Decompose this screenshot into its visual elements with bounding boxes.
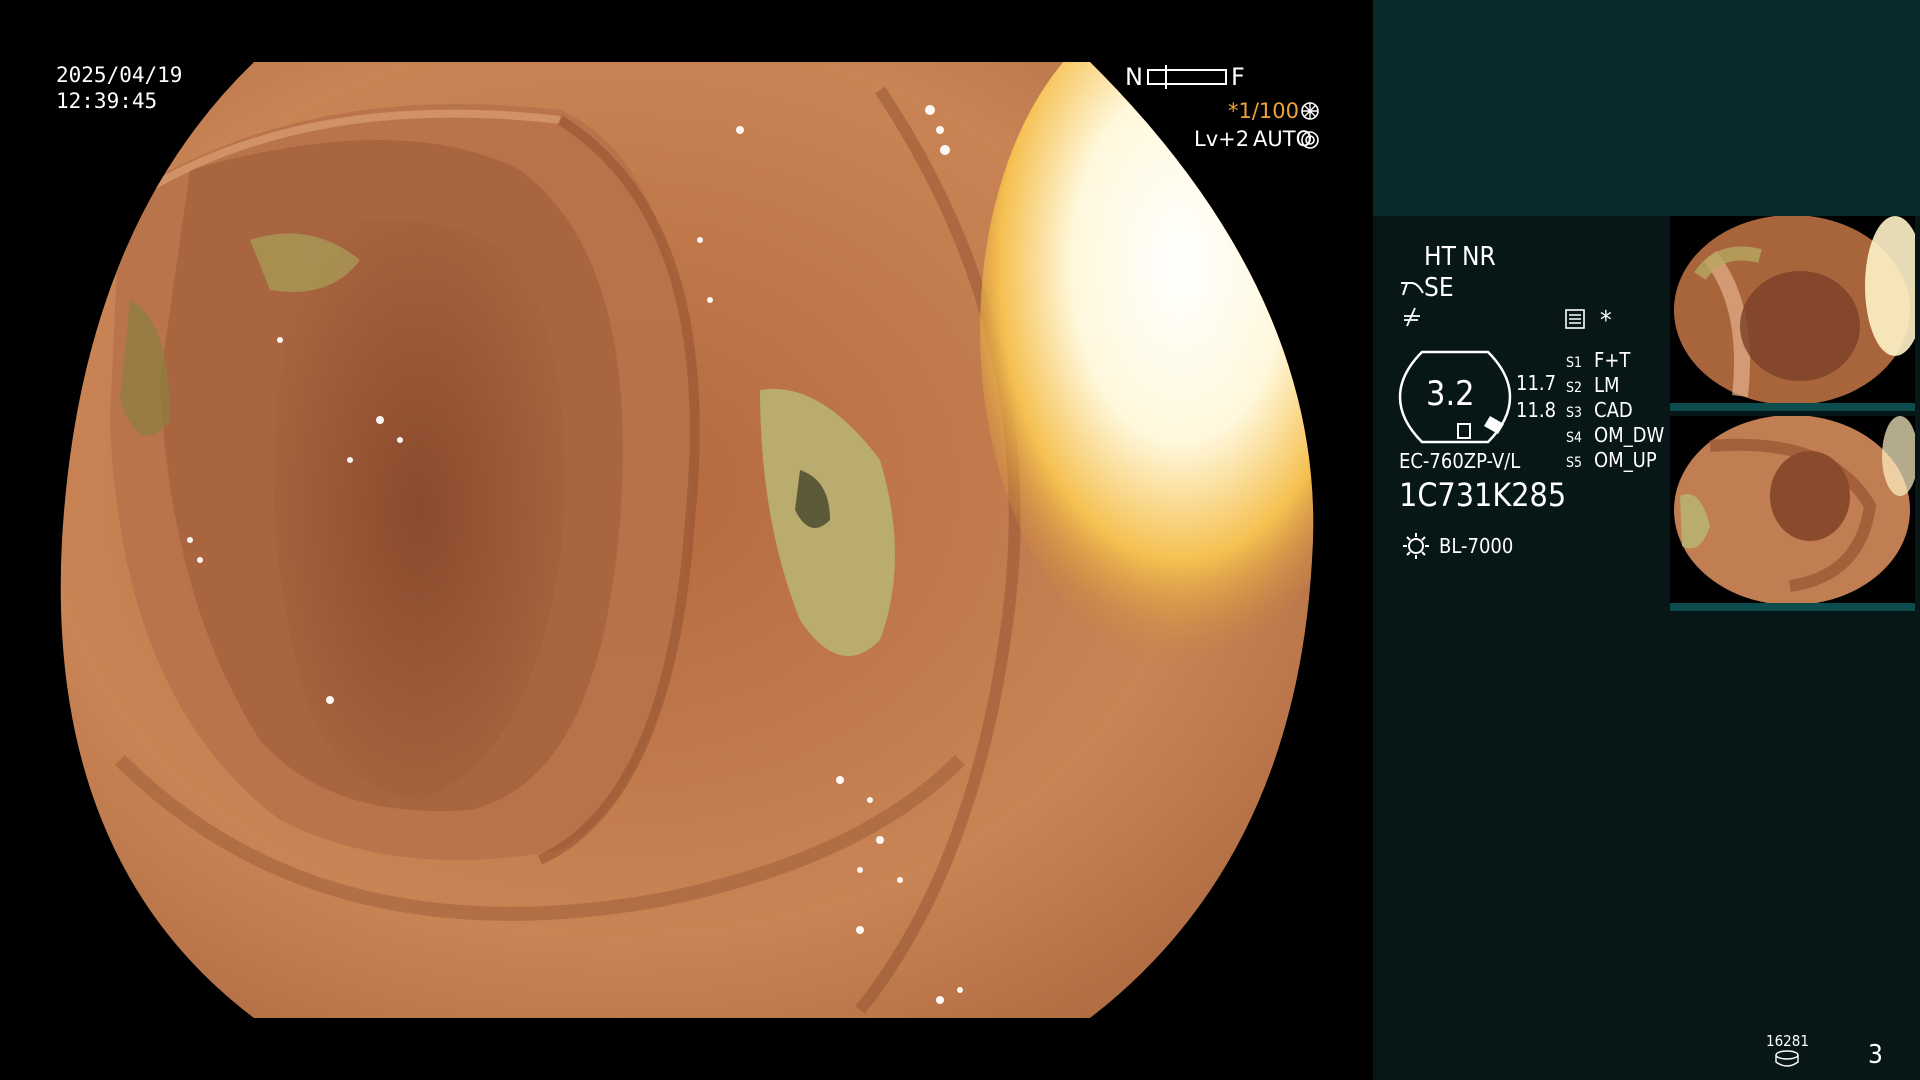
switch-row: S2 LM: [1566, 373, 1664, 398]
switch-key: S5: [1566, 455, 1583, 471]
switch-value: OM_DW: [1594, 423, 1665, 447]
switch-value: OM_UP: [1594, 448, 1657, 472]
scope-se-icon: [1401, 282, 1424, 296]
thumbnail-image: [1670, 216, 1915, 403]
nr-label: NR: [1462, 242, 1496, 272]
switch-row: S4 OM_DW: [1566, 423, 1664, 448]
scope-model: EC-760ZP-V/L: [1399, 449, 1521, 473]
near-label: N: [1125, 63, 1143, 91]
image-count: 3: [1868, 1040, 1883, 1070]
endoscope-view: 2025/04/19 12:39:45 N F *1/100 Lv+2 AUTO: [0, 0, 1372, 1080]
freeze-icon: [1404, 307, 1420, 327]
asterisk-mark: *: [1600, 306, 1612, 336]
switch-key: S3: [1566, 405, 1583, 421]
dial-icon: [1301, 102, 1319, 120]
date-label: 2025/04/19: [56, 63, 183, 87]
brightness-level: Lv+2: [1194, 127, 1250, 151]
switch-value: F+T: [1594, 348, 1631, 372]
thumbnail-image: [1670, 416, 1915, 603]
time-label: 12:39:45: [56, 89, 158, 113]
panel-header: [1373, 0, 1920, 216]
switch-row: S5 OM_UP: [1566, 448, 1664, 473]
shutter-speed: *1/100: [1228, 99, 1300, 123]
ht-label: HT: [1424, 242, 1456, 272]
thumbnail-scope-image: [1670, 416, 1915, 603]
storage-disk-icon: [1775, 1050, 1799, 1067]
thumbnail-1[interactable]: [1670, 216, 1915, 411]
light-bulb-icon: [1403, 533, 1429, 559]
light-source: BL-7000: [1439, 534, 1514, 558]
switch-key: S2: [1566, 380, 1583, 396]
se-label: SE: [1424, 273, 1454, 303]
scope-serial: 1C731K285: [1399, 476, 1567, 514]
far-label: F: [1230, 63, 1245, 91]
switch-list: S1 F+T S2 LM S3 CAD S4 OM_DW S5 OM_UP: [1566, 348, 1664, 473]
switch-value: LM: [1594, 373, 1620, 397]
switch-key: S4: [1566, 430, 1583, 446]
value-top: 11.7: [1516, 371, 1557, 395]
switch-key: S1: [1566, 355, 1583, 371]
switch-row: S1 F+T: [1566, 348, 1664, 373]
near-far-scale: N F: [1125, 62, 1245, 92]
switch-value: CAD: [1594, 398, 1633, 422]
storage-count: 16281: [1766, 1032, 1809, 1050]
switch-row: S3 CAD: [1566, 398, 1664, 423]
thumbnail-scope-image: [1670, 216, 1915, 403]
endoscopic-image: [60, 62, 1314, 1018]
value-bottom: 11.8: [1516, 398, 1557, 422]
thumbnail-2[interactable]: [1670, 416, 1915, 611]
zoom-value: 3.2: [1426, 374, 1475, 414]
menu-card-icon: [1565, 309, 1585, 329]
ring-icon: [1301, 131, 1319, 149]
focus-bar: [1146, 65, 1227, 89]
